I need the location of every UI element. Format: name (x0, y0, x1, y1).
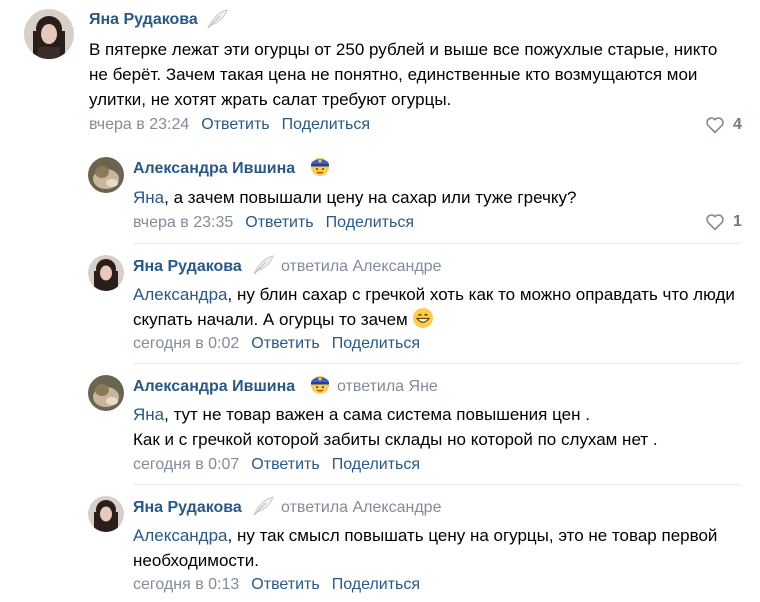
police-hat-icon (309, 155, 331, 182)
avatar[interactable] (24, 9, 74, 59)
like-count: 1 (733, 213, 742, 230)
heart-icon (706, 117, 724, 134)
comment-meta: сегодня в 0:07 Ответить Поделиться (133, 456, 420, 474)
share-button[interactable]: Поделиться (332, 576, 420, 593)
divider (133, 484, 740, 485)
reply-button[interactable]: Ответить (245, 214, 313, 231)
divider (133, 243, 740, 244)
reply-button[interactable]: Ответить (251, 576, 319, 593)
author-name[interactable]: Яна Рудакова (133, 499, 242, 517)
like-count: 4 (733, 116, 742, 133)
comment-text: Яна, тут не товар важен а сама система п… (133, 405, 658, 449)
reply-button[interactable]: Ответить (251, 456, 319, 473)
feather-icon (205, 8, 229, 35)
police-hat-icon (309, 373, 331, 400)
author-name[interactable]: Яна Рудакова (89, 11, 198, 29)
reply-button[interactable]: Ответить (251, 335, 319, 352)
avatar[interactable] (88, 375, 124, 411)
author-name[interactable]: Александра Ившина (133, 378, 295, 396)
comment-meta: вчера в 23:24 Ответить Поделиться (89, 116, 370, 134)
share-button[interactable]: Поделиться (326, 214, 414, 231)
comment-meta: сегодня в 0:02 Ответить Поделиться (133, 335, 420, 353)
comment-time[interactable]: сегодня в 0:02 (133, 335, 239, 352)
author-name[interactable]: Александра Ившина (133, 160, 295, 178)
grinning-emoji-icon (413, 308, 434, 328)
like-button[interactable]: 4 (705, 116, 742, 134)
reply-button[interactable]: Ответить (201, 116, 269, 133)
comment-text: Яна, а зачем повышали цену на сахар или … (133, 188, 577, 207)
comment-text: Александра, ну так смысл повышать цену н… (133, 526, 718, 570)
reply-mention[interactable]: Яна (133, 405, 164, 424)
comment-meta: сегодня в 0:13 Ответить Поделиться (133, 576, 420, 594)
share-button[interactable]: Поделиться (332, 335, 420, 352)
share-button[interactable]: Поделиться (332, 456, 420, 473)
avatar[interactable] (88, 157, 124, 193)
avatar[interactable] (88, 255, 124, 291)
feather-icon (251, 254, 275, 281)
heart-icon (706, 214, 724, 231)
comment-meta: вчера в 23:35 Ответить Поделиться (133, 214, 414, 232)
reply-mention[interactable]: Александра (133, 526, 228, 545)
like-button[interactable]: 1 (705, 213, 742, 231)
reply-to-label[interactable]: ответила Александре (281, 258, 441, 276)
comment-time[interactable]: вчера в 23:35 (133, 214, 233, 231)
comment-time[interactable]: сегодня в 0:07 (133, 456, 239, 473)
reply-mention[interactable]: Александра (133, 285, 228, 304)
reply-mention[interactable]: Яна (133, 188, 164, 207)
author-name[interactable]: Яна Рудакова (133, 258, 242, 276)
comment-time[interactable]: сегодня в 0:13 (133, 576, 239, 593)
comment-time[interactable]: вчера в 23:24 (89, 116, 189, 133)
avatar[interactable] (88, 496, 124, 532)
divider (133, 363, 740, 364)
reply-to-label[interactable]: ответила Яне (337, 378, 438, 396)
share-button[interactable]: Поделиться (282, 116, 370, 133)
feather-icon (251, 495, 275, 522)
reply-to-label[interactable]: ответила Александре (281, 499, 441, 517)
comment-text: В пятерке лежат эти огурцы от 250 рублей… (89, 40, 718, 109)
comment-text: Александра, ну блин сахар с гречкой хоть… (133, 285, 735, 329)
